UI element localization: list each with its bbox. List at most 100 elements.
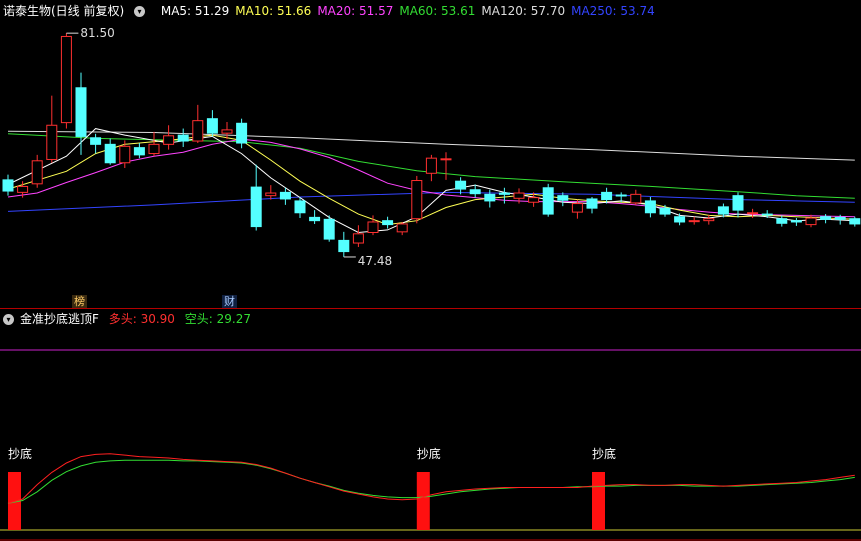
candle	[849, 216, 861, 227]
candle	[352, 225, 364, 247]
candle	[163, 125, 175, 150]
candle-body	[192, 120, 204, 142]
candle-body	[688, 220, 700, 223]
candle-body	[75, 87, 87, 137]
candle	[309, 210, 321, 224]
candle-body	[615, 194, 627, 197]
signal-label: 抄底	[592, 446, 616, 461]
candle-body	[513, 192, 525, 199]
candle	[776, 215, 788, 227]
candle	[148, 131, 160, 157]
candle	[133, 143, 145, 159]
signal-label: 抄底	[8, 446, 32, 461]
candle	[542, 183, 554, 217]
candle	[104, 138, 116, 165]
candle-body	[352, 233, 364, 244]
candle-body	[60, 35, 72, 124]
low-price-label: 47.48	[358, 254, 392, 268]
signal-label: 抄底	[417, 446, 441, 461]
candle-body	[747, 212, 759, 215]
candle	[425, 154, 437, 182]
candle	[236, 118, 248, 149]
candle	[630, 189, 642, 205]
indicator-name[interactable]: 金准抄底逃顶F	[20, 312, 99, 326]
candle-body	[236, 122, 248, 144]
bull-line	[7, 453, 855, 504]
candle	[703, 214, 715, 225]
candle	[294, 197, 306, 219]
cai-marker[interactable]: 财	[222, 295, 237, 308]
candle-body	[630, 193, 642, 204]
candle	[455, 177, 467, 195]
candle-body	[498, 192, 510, 195]
candle-body	[455, 180, 467, 190]
candle	[75, 72, 87, 155]
candle	[177, 128, 189, 147]
candle-body	[17, 185, 29, 193]
candle-body	[644, 200, 656, 214]
candle-body	[703, 218, 715, 222]
signal-bar	[8, 472, 21, 530]
candle-body	[820, 216, 832, 220]
candle	[411, 175, 423, 224]
candle	[2, 174, 14, 196]
candle-body	[133, 147, 145, 156]
candle	[46, 95, 58, 163]
candle	[396, 221, 408, 236]
candle-body	[265, 192, 277, 197]
candle	[659, 204, 671, 217]
candle-body	[425, 157, 437, 174]
candle-body	[834, 216, 846, 220]
candle-body	[163, 135, 175, 145]
candle	[382, 216, 394, 229]
panel-separator	[0, 308, 861, 309]
candle-body	[586, 198, 598, 209]
candle-body	[732, 195, 744, 211]
candle	[323, 215, 335, 242]
candle-body	[469, 189, 481, 195]
candle-body	[528, 197, 540, 203]
candle-body	[148, 143, 160, 155]
bear-line	[7, 459, 855, 504]
candle	[250, 164, 262, 231]
candle	[644, 196, 656, 218]
candle-body	[279, 191, 291, 200]
candle-body	[440, 158, 452, 161]
candle-body	[411, 180, 423, 220]
candle-body	[761, 213, 773, 216]
candle	[688, 216, 700, 225]
candle	[338, 231, 350, 257]
candle	[790, 218, 802, 226]
candle	[192, 104, 204, 144]
candle-body	[177, 134, 189, 142]
candle	[60, 33, 72, 129]
candle-body	[250, 186, 262, 228]
candle-body	[119, 145, 131, 164]
chevron-down-icon[interactable]: ▾	[3, 314, 14, 325]
candle	[206, 110, 218, 137]
candle-body	[659, 207, 671, 215]
signal-bar	[416, 472, 430, 530]
candle	[265, 185, 277, 200]
candle	[90, 133, 102, 154]
candle-body	[309, 216, 321, 222]
candle	[440, 152, 452, 180]
bear-value: 空头: 29.27	[184, 312, 251, 326]
candle-body	[221, 129, 233, 134]
candle-body	[484, 193, 496, 202]
candle	[31, 154, 43, 188]
candle	[484, 189, 496, 208]
candle-body	[367, 221, 379, 233]
candlestick-chart[interactable]: 81.50 47.48	[0, 0, 861, 308]
candle	[586, 196, 598, 214]
candle-body	[717, 206, 729, 215]
candle-body	[323, 218, 335, 240]
candle-body	[674, 216, 686, 223]
bull-value: 多头: 30.90	[108, 312, 175, 326]
bang-marker[interactable]: 榜	[72, 295, 87, 308]
signal-bar	[592, 472, 605, 530]
candle	[221, 121, 233, 140]
candle	[820, 214, 832, 224]
candle-body	[294, 200, 306, 214]
candle-body	[2, 179, 14, 192]
